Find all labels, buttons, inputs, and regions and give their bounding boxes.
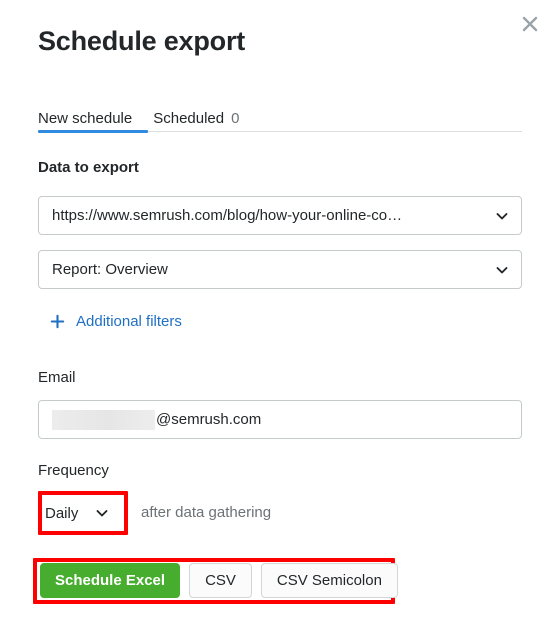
page-title: Schedule export: [38, 26, 246, 56]
frequency-note: after data gathering: [141, 504, 272, 521]
email-domain: @semrush.com: [156, 411, 262, 428]
csv-semicolon-button[interactable]: CSV Semicolon: [260, 563, 398, 598]
url-select-value: https://www.semrush.com/blog/how-your-on…: [52, 207, 403, 224]
chevron-down-icon: [95, 506, 109, 520]
chevron-down-icon: [495, 209, 509, 223]
additional-filters-label: Additional filters: [76, 313, 182, 330]
email-label: Email: [38, 369, 76, 386]
tab-scheduled-count: 0: [231, 110, 240, 127]
close-button[interactable]: [515, 9, 545, 39]
email-field[interactable]: @semrush.com: [38, 400, 522, 439]
plus-icon: [50, 314, 65, 329]
additional-filters-link[interactable]: Additional filters: [50, 313, 182, 330]
frequency-label: Frequency: [38, 462, 109, 479]
data-to-export-label: Data to export: [38, 159, 139, 176]
report-select[interactable]: Report: Overview: [38, 250, 522, 289]
url-select[interactable]: https://www.semrush.com/blog/how-your-on…: [38, 196, 522, 235]
tab-active-indicator: [38, 130, 148, 133]
csv-button[interactable]: CSV: [189, 563, 252, 598]
tab-new-schedule[interactable]: New schedule: [38, 110, 132, 127]
schedule-export-modal: Schedule export New schedule Scheduled 0…: [0, 0, 559, 638]
close-icon: [520, 14, 540, 34]
frequency-select[interactable]: Daily: [45, 498, 121, 528]
email-redacted-value: [52, 409, 155, 430]
actions-row: Schedule Excel CSV CSV Semicolon: [40, 563, 398, 598]
chevron-down-icon: [495, 263, 509, 277]
tabs: New schedule Scheduled 0: [38, 100, 522, 133]
tab-scheduled-label: Scheduled: [153, 110, 225, 127]
tab-new-schedule-label: New schedule: [38, 110, 133, 127]
tab-scheduled[interactable]: Scheduled 0: [153, 110, 239, 127]
schedule-excel-button[interactable]: Schedule Excel: [40, 563, 181, 598]
frequency-select-value: Daily: [45, 504, 79, 522]
report-select-value: Report: Overview: [52, 261, 168, 278]
